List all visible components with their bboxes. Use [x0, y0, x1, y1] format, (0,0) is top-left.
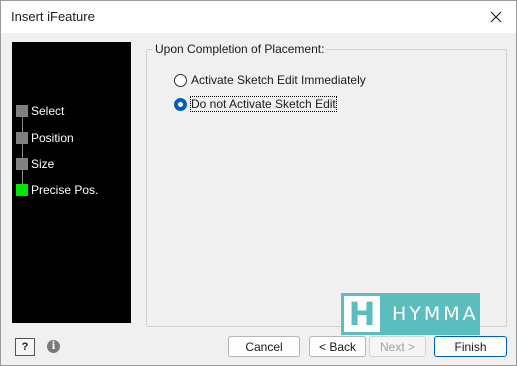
step-label: Select	[31, 104, 65, 118]
back-button[interactable]: < Back	[309, 336, 366, 357]
radio-do-not-activate-sketch-edit[interactable]: Do not Activate Sketch Edit	[174, 96, 337, 112]
step-marker-position	[16, 132, 28, 144]
radio-label: Do not Activate Sketch Edit	[190, 96, 337, 112]
step-label: Precise Pos.	[31, 183, 99, 197]
hymma-watermark-logo: H HYMMA	[341, 293, 480, 335]
close-button[interactable]	[476, 1, 516, 33]
radio-activate-sketch-edit[interactable]: Activate Sketch Edit Immediately	[174, 72, 366, 88]
logo-text: HYMMA	[392, 303, 479, 325]
next-button[interactable]: Next >	[369, 336, 426, 357]
step-label: Size	[31, 157, 55, 171]
logo-h-mark: H	[344, 295, 380, 333]
step-position: Position	[16, 130, 74, 146]
radio-label: Activate Sketch Edit Immediately	[191, 73, 366, 87]
title-bar: Insert iFeature	[1, 1, 516, 33]
step-marker-size	[16, 158, 28, 170]
window-title: Insert iFeature	[11, 9, 95, 24]
step-select: Select	[16, 103, 64, 119]
step-panel: Select Position Size Precise Pos.	[12, 42, 131, 323]
info-icon[interactable]: i	[47, 340, 60, 353]
close-icon	[490, 11, 502, 23]
help-button[interactable]: ?	[15, 338, 35, 356]
step-precise-pos: Precise Pos.	[16, 182, 98, 198]
step-connector	[22, 110, 23, 188]
help-icon: ?	[21, 341, 29, 353]
placement-group	[146, 49, 507, 327]
step-label: Position	[31, 131, 74, 145]
finish-button[interactable]: Finish	[434, 336, 507, 357]
placement-group-label: Upon Completion of Placement:	[153, 42, 327, 56]
insert-ifeature-dialog: Insert iFeature Select Position Size Pre…	[0, 0, 517, 366]
cancel-button[interactable]: Cancel	[228, 336, 300, 357]
radio-button[interactable]	[174, 73, 187, 87]
radio-button-selected[interactable]	[174, 97, 187, 111]
step-marker-precise-pos	[16, 184, 28, 196]
step-marker-select	[16, 105, 28, 117]
step-size: Size	[16, 156, 54, 172]
